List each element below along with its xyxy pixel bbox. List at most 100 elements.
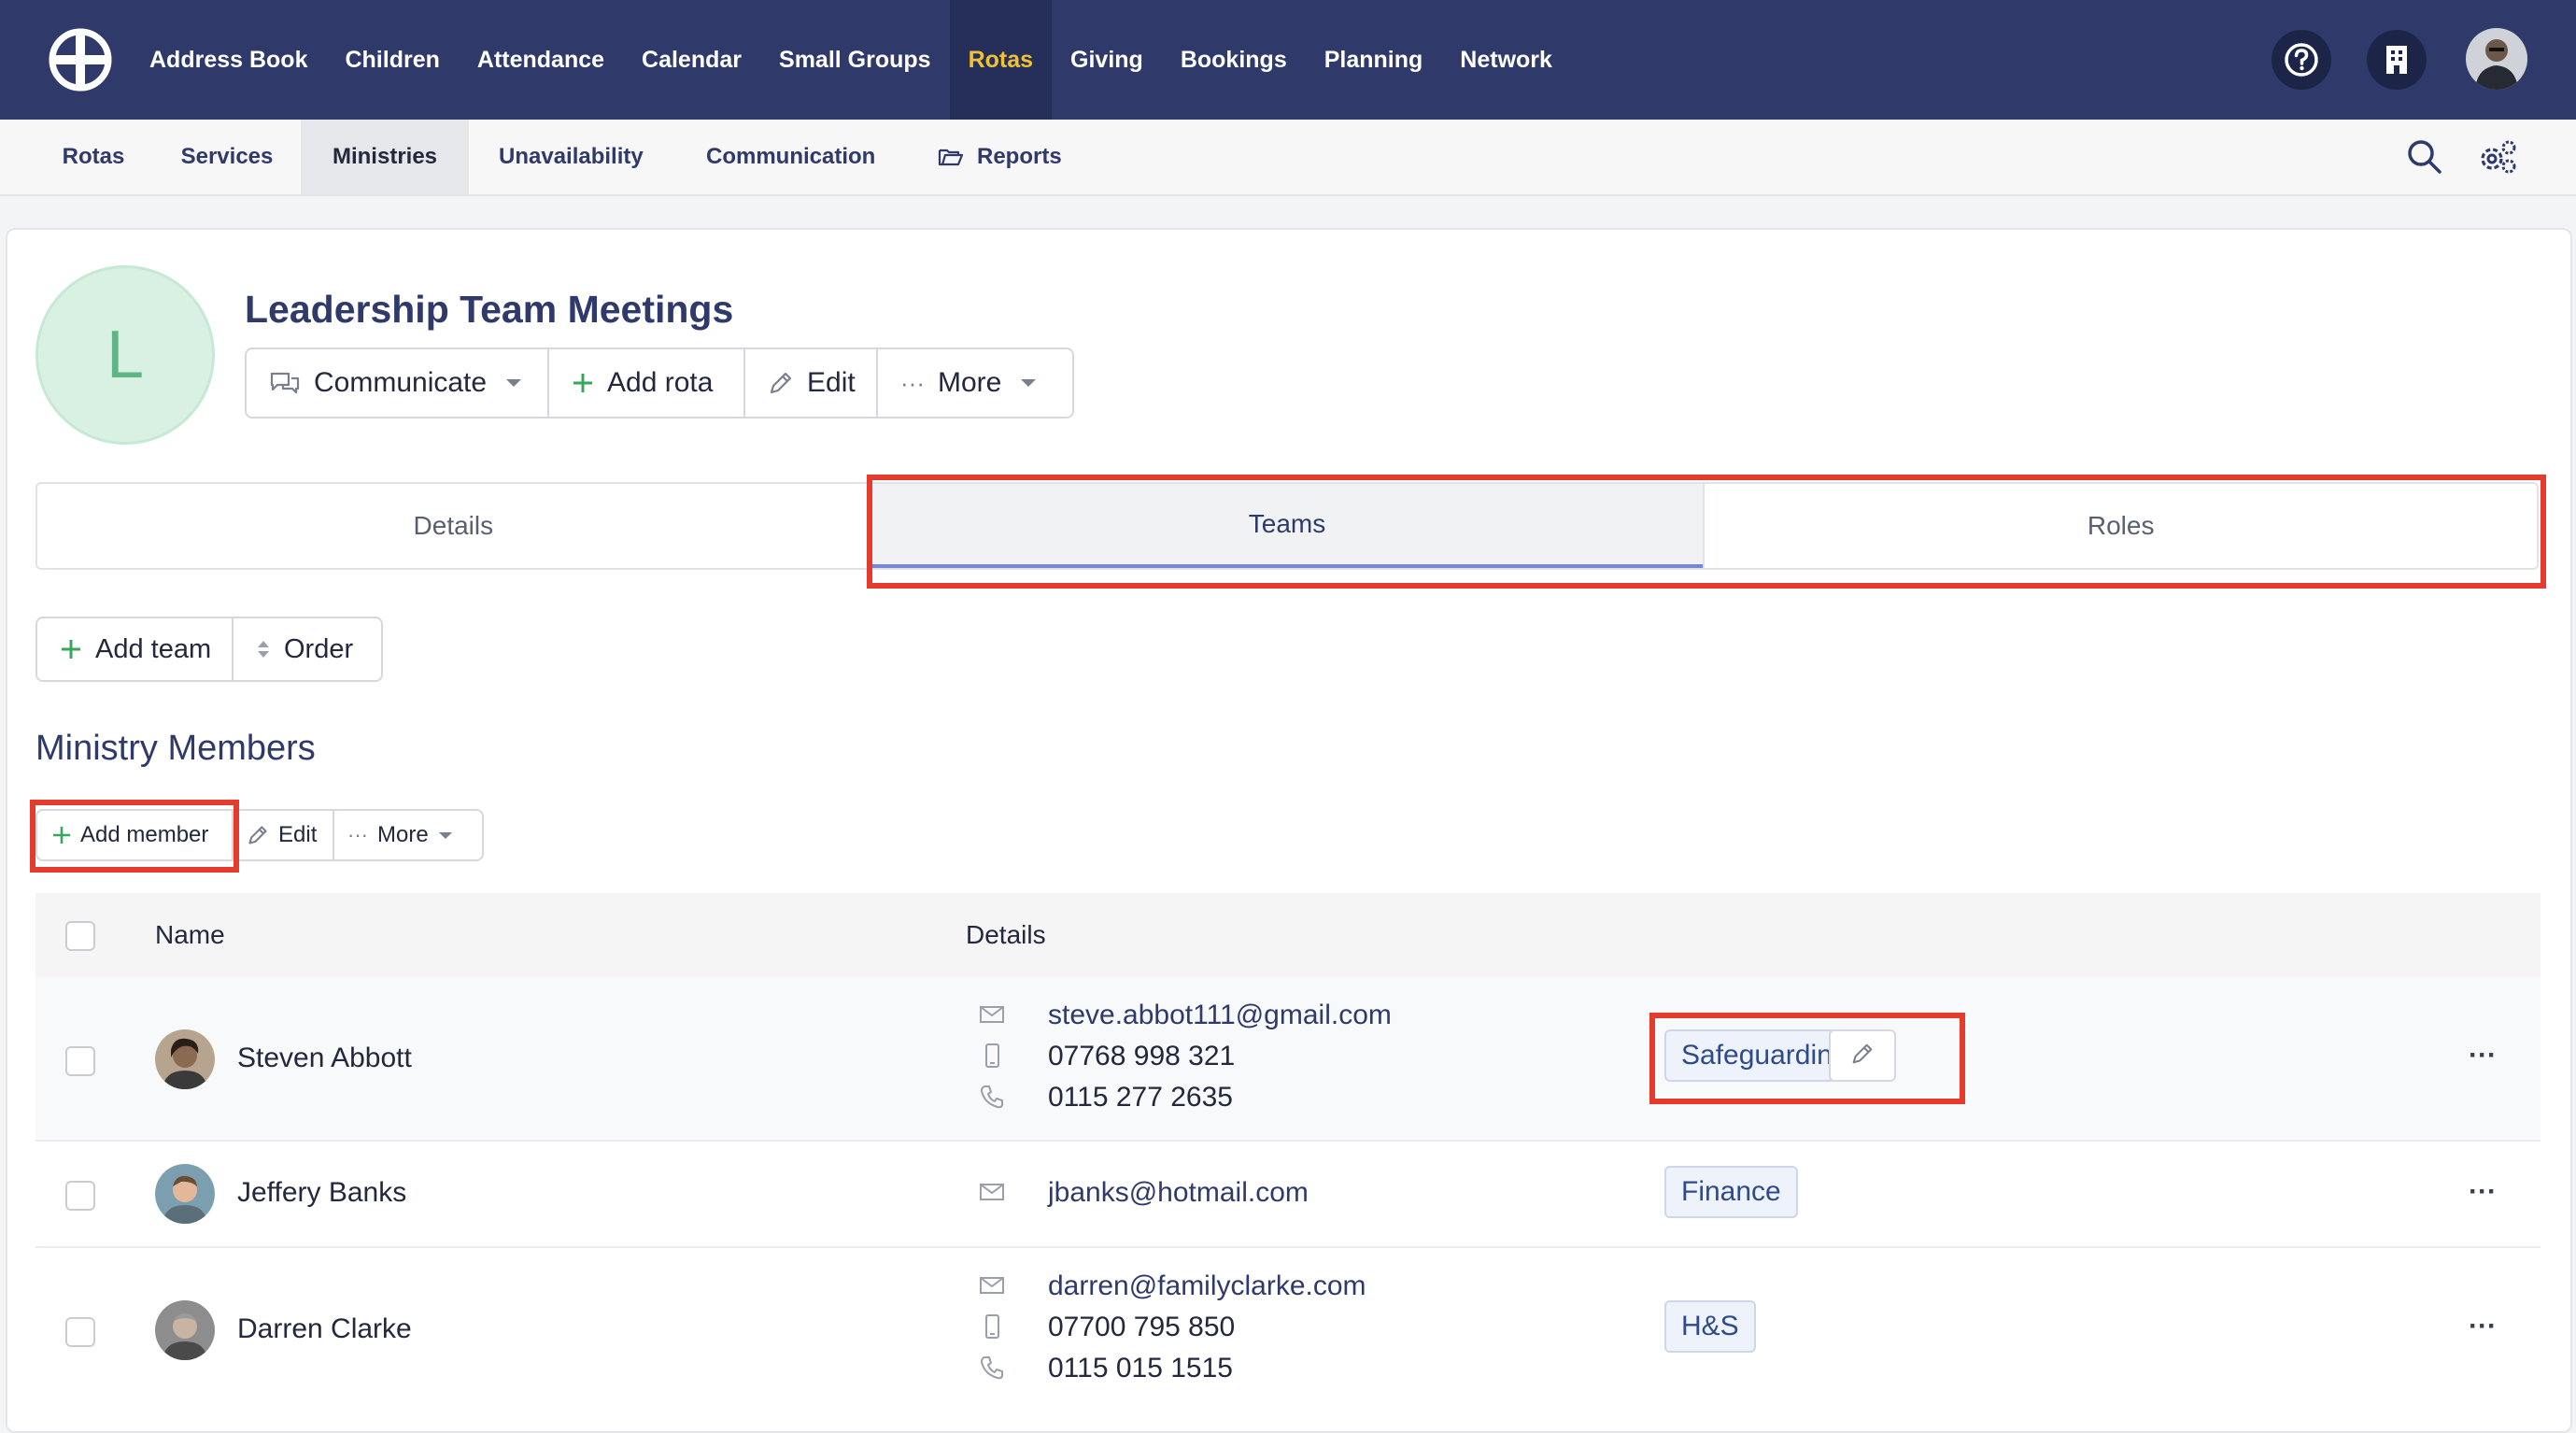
person-name[interactable]: Darren Clarke [237,1313,412,1345]
phone-icon [979,1355,1005,1381]
add-team-button[interactable]: Add team [37,618,234,680]
person-name[interactable]: Steven Abbott [237,1043,412,1074]
caret-down-icon [438,831,453,840]
nav-small-groups[interactable]: Small Groups [760,0,950,120]
caret-down-icon [1020,378,1037,388]
members-toolbar: Add member Edit ··· More [35,809,484,861]
mobile-phone-icon [979,1043,1005,1069]
members-more-label: More [376,822,429,847]
user-avatar[interactable] [2466,28,2527,90]
subnav-services[interactable]: Services [164,120,290,194]
communicate-button[interactable]: Communicate [247,349,549,417]
settings-gear-icon[interactable] [2477,138,2518,180]
subnav-communication[interactable]: Communication [706,120,912,194]
app-logo-icon[interactable] [49,28,112,92]
subnav-reports[interactable]: Reports [938,120,1125,194]
folder-icon [938,147,964,167]
table-row[interactable]: Jeffery Banks jbanks@hotmail.com Finance… [35,1142,2541,1248]
pencil-icon [1850,1042,1875,1071]
email-link[interactable]: darren@familyclarke.com [1048,1270,1366,1302]
envelope-icon [979,1272,1005,1298]
edit-team-button[interactable] [1829,1029,1896,1082]
members-edit-button[interactable]: Edit [234,811,334,859]
email-line: jbanks@hotmail.com [980,1177,1309,1209]
column-header-details: Details [966,920,1046,949]
subnav-rotas[interactable]: Rotas [41,120,146,194]
search-icon[interactable] [2406,138,2443,180]
phone-line: 0115 277 2635 [981,1082,1233,1114]
phone-number: 0115 277 2635 [1048,1082,1233,1113]
subnav-ministries[interactable]: Ministries [301,120,469,194]
add-rota-label: Add rota [607,367,714,398]
nav-giving[interactable]: Giving [1052,0,1162,120]
row-checkbox[interactable] [65,1181,95,1211]
nav-planning[interactable]: Planning [1306,0,1442,120]
edit-label: Edit [807,367,856,398]
phone-line: 0115 015 1515 [981,1353,1233,1384]
ministry-tabs: Details Teams Roles [35,482,2539,570]
chat-bubbles-icon [269,370,301,396]
email-link[interactable]: steve.abbot111@gmail.com [1048,1000,1392,1031]
more-label: More [937,367,1002,398]
edit-button[interactable]: Edit [745,349,878,417]
communicate-label: Communicate [314,367,488,398]
add-rota-button[interactable]: Add rota [549,349,745,417]
members-more-button[interactable]: ··· More [334,811,482,859]
page-title: Leadership Team Meetings [245,288,734,331]
avatar [155,1300,215,1360]
ministry-action-buttons: Communicate Add rota Edit ··· More [245,348,1074,419]
nav-calendar[interactable]: Calendar [623,0,760,120]
email-link[interactable]: jbanks@hotmail.com [1048,1177,1309,1209]
more-button[interactable]: ··· More [878,349,1072,417]
person-name[interactable]: Jeffery Banks [237,1177,406,1209]
row-checkbox[interactable] [65,1046,95,1076]
building-icon[interactable] [2367,30,2427,90]
team-tag[interactable]: H&S [1664,1300,1756,1353]
nav-address-book[interactable]: Address Book [131,0,326,120]
row-checkbox[interactable] [65,1317,95,1347]
ministry-initial: L [106,318,145,392]
envelope-icon [979,1179,1005,1205]
tab-details[interactable]: Details [37,484,870,568]
sub-navigation: Rotas Services Ministries Unavailability… [0,120,2576,196]
select-all-checkbox[interactable] [65,921,95,951]
help-icon[interactable] [2272,30,2331,90]
order-button[interactable]: Order [234,618,381,680]
mobile-line: 07768 998 321 [985,1041,1235,1072]
envelope-icon [979,1001,1005,1028]
pencil-icon [768,370,794,396]
table-row[interactable]: Darren Clarke darren@familyclarke.com 07… [35,1248,2541,1412]
add-member-button[interactable]: Add member [37,811,234,859]
plus-icon [60,638,82,660]
avatar [155,1164,215,1224]
members-edit-label: Edit [278,822,318,847]
row-options-icon[interactable]: ··· [2464,1308,2501,1345]
mobile-phone-icon [979,1313,1005,1340]
plus-icon [52,826,71,844]
ministry-members-heading: Ministry Members [35,729,316,768]
sort-icon [256,638,271,660]
phone-icon [979,1084,1005,1110]
phone-number: 0115 015 1515 [1048,1353,1233,1383]
subnav-unavailability[interactable]: Unavailability [499,120,648,194]
plus-icon [572,372,594,394]
team-tag[interactable]: Finance [1664,1166,1798,1218]
row-options-icon[interactable]: ··· [2464,1173,2501,1211]
teams-toolbar: Add team Order [35,617,383,682]
ellipsis-icon: ··· [900,368,925,397]
column-header-name[interactable]: Name [155,893,225,977]
add-team-label: Add team [95,633,212,664]
row-options-icon[interactable]: ··· [2464,1037,2501,1074]
order-label: Order [284,633,354,664]
members-table-header: Name Details [35,893,2541,977]
nav-children[interactable]: Children [326,0,458,120]
avatar [155,1029,215,1089]
email-line: darren@familyclarke.com [980,1270,1366,1302]
nav-bookings[interactable]: Bookings [1162,0,1306,120]
nav-attendance[interactable]: Attendance [459,0,623,120]
tab-roles[interactable]: Roles [1703,484,2537,568]
nav-rotas[interactable]: Rotas [949,0,1053,120]
nav-network[interactable]: Network [1441,0,1571,120]
tab-teams[interactable]: Teams [869,484,1704,568]
table-row[interactable]: Steven Abbott steve.abbot111@gmail.com 0… [35,977,2541,1142]
